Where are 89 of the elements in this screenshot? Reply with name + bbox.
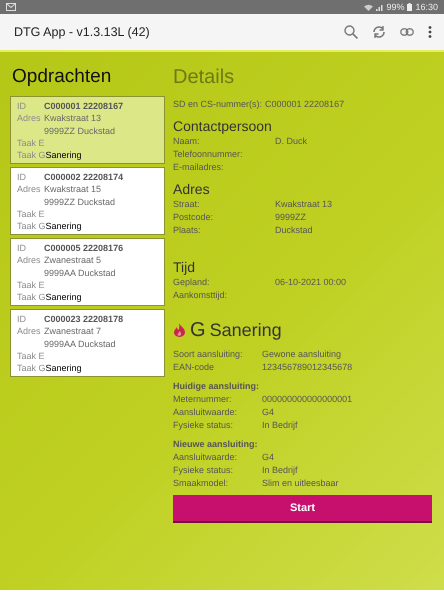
order-card[interactable]: ID C000005 22208176 Adres Zwanestraat 5 9999AA Duckstad Taak E Taak GSanering [10, 238, 165, 306]
id-label: ID [17, 171, 27, 184]
street-text: Kwakstraat 13 [44, 112, 102, 125]
city-text: 9999ZZ Duckstad [44, 124, 116, 137]
field-label: Aansluitwaarde: [173, 451, 238, 464]
field-value: G4 [262, 451, 276, 464]
task-label: Taak E [17, 278, 46, 292]
field-value: 000000000000000001 [262, 393, 354, 406]
task-value: Sanering [46, 363, 82, 374]
task-letter: G [190, 320, 206, 340]
street-text: Kwakstraat 15 [44, 183, 102, 196]
task-value: Sanering [46, 292, 82, 302]
street-text: Zwanestraat 7 [44, 325, 102, 338]
order-id: C000005 22208176 [44, 242, 124, 254]
field-label: Postcode: [173, 211, 214, 224]
field-label: EAN-code [173, 361, 216, 374]
field-label: Aansluitwaarde: [173, 406, 238, 419]
group-heading: Nieuwe aansluiting: [173, 438, 259, 451]
order-id: C000001 22208167 [44, 100, 124, 112]
street-text: Zwanestraat 5 [44, 254, 102, 267]
id-label: ID [17, 100, 27, 112]
wifi-icon [364, 4, 374, 10]
field-value: G4 [262, 406, 276, 419]
order-card[interactable]: ID C000023 22208178 Adres Zwanestraat 7 9999AA Duckstad Taak E Taak GSanering [10, 309, 165, 377]
address-label: Adres [17, 112, 42, 125]
order-id: C000023 22208178 [44, 313, 124, 326]
field-label: Fysieke status: [173, 464, 234, 477]
group-heading: Huidige aansluiting: [173, 380, 260, 393]
task-label: Taak G [17, 363, 46, 374]
field-label: Smaakmodel: [173, 477, 230, 490]
field-value: In Bedrijf [262, 419, 299, 432]
field-label: E-mailadres: [173, 161, 225, 174]
city-text: 9999ZZ Duckstad [44, 196, 116, 208]
field-value: 06-10-2021 00:00 [275, 276, 348, 289]
field-value: C000001 22208167 [265, 98, 346, 111]
field-label: Plaats: [173, 224, 202, 237]
orders-heading: Opdrachten [12, 66, 112, 88]
address-label: Adres [17, 183, 42, 196]
task-value: Sanering [46, 150, 82, 160]
field-value: D. Duck [275, 135, 308, 148]
address-label: Adres [17, 325, 42, 338]
start-button[interactable]: Start [173, 495, 432, 523]
section-heading: Tijd [173, 259, 196, 275]
field-label: Meternummer: [173, 393, 233, 406]
task-heading: Sanering [210, 320, 282, 340]
task-label: Taak G [17, 221, 46, 232]
task-label: Taak E [17, 350, 46, 362]
field-label: Naam: [173, 135, 201, 148]
field-value: Duckstad [275, 224, 314, 237]
details-heading: Details [173, 66, 236, 88]
task-value: Sanering [46, 221, 82, 232]
field-value: In Bedrijf [262, 464, 299, 477]
field-label: SD en CS-nummer(s): [173, 98, 264, 111]
id-label: ID [17, 313, 27, 326]
section-heading: Adres [173, 181, 211, 197]
field-value: Kwakstraat 13 [275, 198, 334, 211]
section-heading: Contactpersoon [173, 118, 273, 134]
field-label: Aankomsttijd: [173, 289, 228, 302]
task-label: Taak E [17, 208, 46, 220]
task-label: Taak G [17, 150, 46, 160]
address-label: Adres [17, 254, 42, 267]
app-title: DTG App - v1.3.13L (42) [14, 25, 151, 39]
city-text: 9999AA Duckstad [44, 266, 117, 279]
field-label: Gepland: [173, 276, 211, 289]
field-label: Soort aansluiting: [173, 348, 244, 361]
field-value: Slim en uitleesbaar [262, 477, 340, 490]
battery-level: 99% [386, 2, 404, 12]
field-value: 123456789012345678 [262, 361, 354, 374]
task-label: Taak E [17, 136, 46, 150]
refresh-button[interactable] [372, 25, 386, 39]
id-label: ID [17, 242, 27, 254]
order-card[interactable]: ID C000002 22208174 Adres Kwakstraat 15 9999ZZ Duckstad Taak E Taak GSanering [10, 167, 165, 235]
task-label: Taak G [17, 292, 46, 302]
field-value: Gewone aansluiting [262, 348, 342, 361]
field-label: Straat: [173, 198, 201, 211]
battery-icon [407, 3, 412, 11]
city-text: 9999AA Duckstad [44, 338, 117, 350]
field-label: Fysieke status: [173, 419, 234, 432]
order-card[interactable]: ID C000001 22208167 Adres Kwakstraat 13 9999ZZ Duckstad Taak E Taak GSanering [10, 96, 165, 164]
link-button[interactable] [400, 28, 414, 36]
more-menu-button[interactable] [428, 26, 432, 38]
search-button[interactable] [344, 25, 358, 39]
mail-icon [6, 3, 16, 11]
signal-icon [376, 4, 384, 10]
field-label: Telefoonnummer: [173, 148, 244, 161]
order-id: C000002 22208174 [44, 171, 124, 184]
flame-icon [173, 323, 186, 337]
clock-time: 16:30 [415, 2, 438, 12]
field-value: 9999ZZ [275, 211, 308, 224]
